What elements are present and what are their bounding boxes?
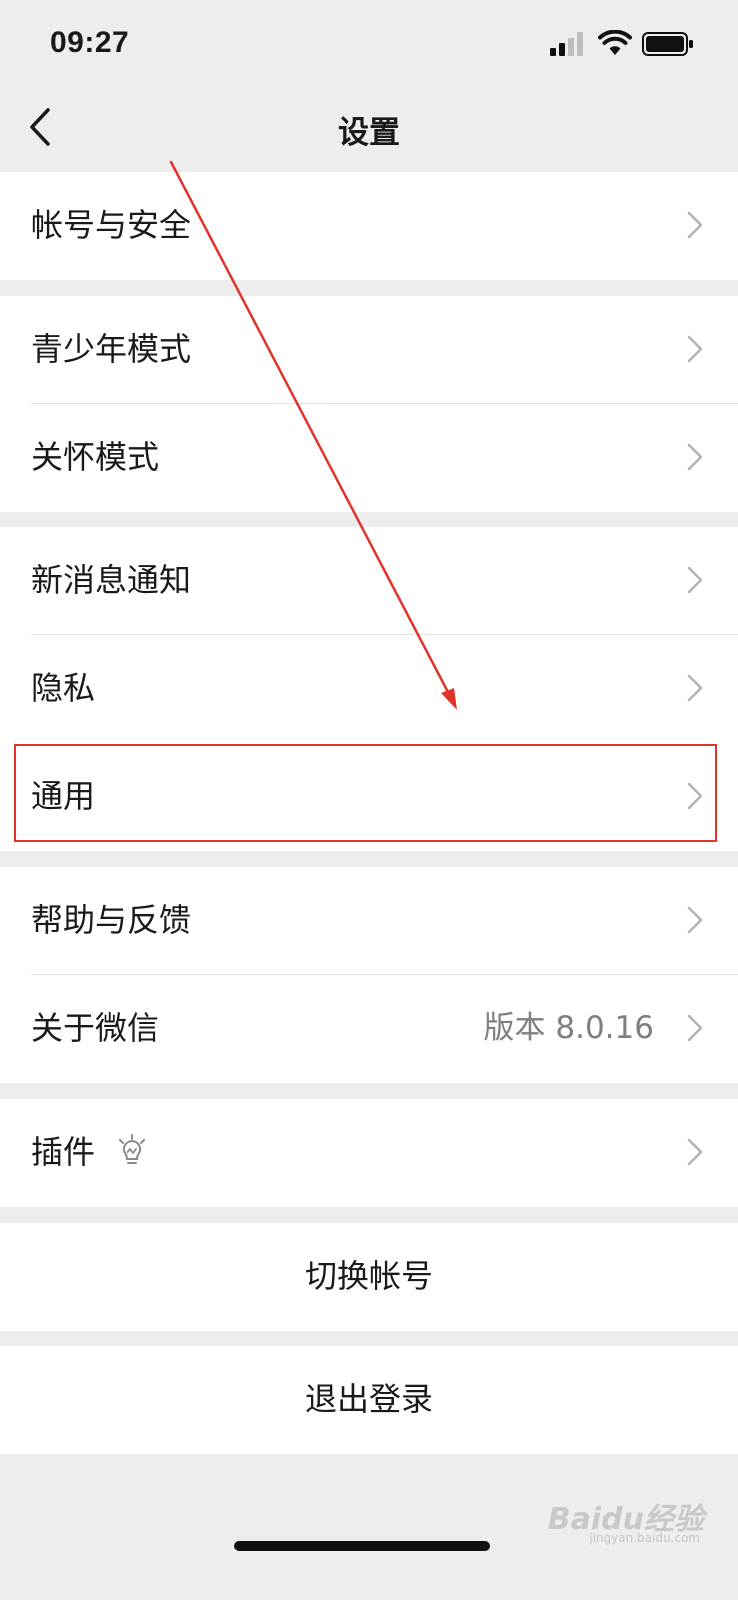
wifi-icon [598,30,632,55]
chevron-right-icon [687,674,703,702]
settings-item-privacy[interactable]: 隐私 [0,635,738,743]
settings-item-about[interactable]: 关于微信 版本 8.0.16 [0,975,738,1083]
version-value: 版本 8.0.16 [483,1010,654,1046]
status-bar: 09:27 [0,0,738,90]
chevron-right-icon [687,335,703,363]
settings-item-label: 帐号与安全 [31,206,192,244]
settings-item-plugins[interactable]: 插件 [0,1099,738,1207]
settings-item-label: 隐私 [31,669,96,707]
settings-item-label: 关于微信 [31,1009,160,1047]
settings-group-account: 帐号与安全 [0,172,738,280]
settings-item-teen-mode[interactable]: 青少年模式 [0,296,738,404]
chevron-right-icon [687,566,703,594]
logout-group: 退出登录 [0,1346,738,1454]
settings-group-help: 帮助与反馈 关于微信 版本 8.0.16 [0,867,738,1083]
chevron-right-icon [687,782,703,810]
signal-icon [550,32,583,56]
settings-item-label: 新消息通知 [31,561,192,599]
settings-item-general[interactable]: 通用 [0,743,738,851]
settings-item-label: 帮助与反馈 [31,901,192,939]
chevron-right-icon [687,906,703,934]
navigation-bar: 设置 [0,90,738,172]
baidu-watermark-url: jingyan.baidu.com [589,1531,700,1545]
settings-item-label: 青少年模式 [31,330,192,368]
settings-item-label: 通用 [31,777,96,815]
logout-button[interactable]: 退出登录 [0,1346,738,1454]
switch-account-button[interactable]: 切换帐号 [0,1223,738,1331]
settings-group-general: 新消息通知 隐私 通用 [0,527,738,851]
chevron-right-icon [687,211,703,239]
status-time: 09:27 [50,26,130,59]
settings-group-modes: 青少年模式 关怀模式 [0,296,738,512]
logout-label: 退出登录 [304,1380,433,1418]
settings-item-label: 关怀模式 [31,438,160,476]
chevron-right-icon [687,1138,703,1166]
chevron-right-icon [687,1014,703,1042]
switch-account-group: 切换帐号 [0,1223,738,1331]
settings-group-plugins: 插件 [0,1099,738,1207]
page-title: 设置 [338,115,400,151]
chevron-right-icon [687,443,703,471]
settings-item-help-feedback[interactable]: 帮助与反馈 [0,867,738,975]
settings-item-notifications[interactable]: 新消息通知 [0,527,738,635]
battery-icon [642,32,693,56]
settings-item-label: 插件 [31,1133,96,1171]
lightbulb-icon [119,1134,145,1164]
home-indicator[interactable] [234,1541,490,1551]
settings-item-care-mode[interactable]: 关怀模式 [0,404,738,512]
switch-account-label: 切换帐号 [304,1257,433,1295]
settings-item-account-security[interactable]: 帐号与安全 [0,172,738,280]
